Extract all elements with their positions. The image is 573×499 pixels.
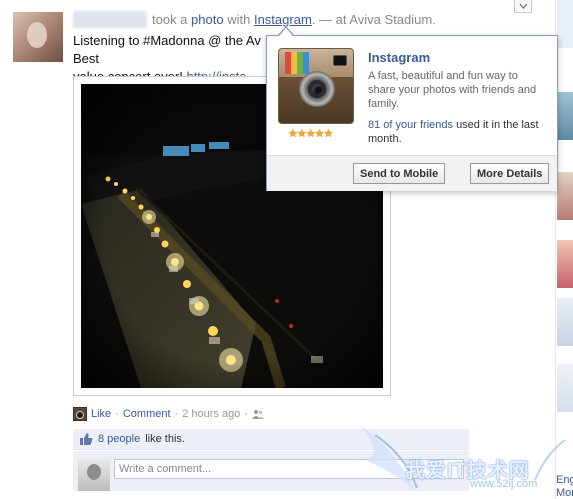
story-timestamp[interactable]: 2 hours ago xyxy=(182,408,240,420)
chevron-down-icon xyxy=(519,3,527,9)
app-description: A fast, beautiful and fun way to share y… xyxy=(368,70,537,110)
rail-thumbnail[interactable] xyxy=(557,364,573,412)
thumbs-up-icon xyxy=(80,433,93,445)
send-to-mobile-button[interactable]: Send to Mobile xyxy=(353,163,446,184)
friends-using-link[interactable]: 81 of your friends xyxy=(368,119,453,131)
story-location-text: . — at Aviva Stadium. xyxy=(311,12,436,27)
action-separator: · xyxy=(115,408,119,420)
story-options-button[interactable] xyxy=(514,0,532,13)
rail-thumbnail[interactable] xyxy=(557,298,573,346)
friends-audience-icon[interactable] xyxy=(252,409,264,419)
story-header: took a photo with Instagram. — at Aviva … xyxy=(152,12,436,27)
rail-thumbnail[interactable] xyxy=(557,0,573,48)
rail-more-link[interactable]: Mor xyxy=(556,487,573,499)
comment-link[interactable]: Comment xyxy=(123,408,171,420)
hover-card-pointer-fill xyxy=(279,28,293,36)
app-friends-usage: 81 of your friends used it in the last m… xyxy=(368,118,548,146)
rail-thumbnail[interactable] xyxy=(557,172,573,220)
story-with-text: with xyxy=(227,12,251,27)
app-title-link[interactable]: Instagram xyxy=(368,50,430,65)
message-line1-start: Listening to #Madonna @ the Av xyxy=(73,33,261,48)
rail-language-link[interactable]: Eng xyxy=(556,474,573,486)
story-author-name-redacted[interactable] xyxy=(73,11,147,28)
story-took-text: took a xyxy=(152,12,188,27)
current-user-avatar xyxy=(78,459,110,491)
more-details-button[interactable]: More Details xyxy=(470,163,550,184)
rail-thumbnail[interactable] xyxy=(557,92,573,140)
story-actions-row: Like · Comment · 2 hours ago · xyxy=(73,406,264,422)
app-hover-card: ★★★★★ Instagram A fast, beautiful and fu… xyxy=(266,35,558,191)
story-author-avatar[interactable] xyxy=(13,12,63,62)
instagram-app-icon[interactable] xyxy=(73,407,87,421)
action-separator: · xyxy=(244,408,248,420)
likes-summary: 8 people like this. xyxy=(73,429,469,450)
likes-count-link[interactable]: 8 people xyxy=(98,433,140,445)
app-rating-stars: ★★★★★ xyxy=(288,128,333,140)
action-separator: · xyxy=(174,408,179,420)
hover-card-footer: Send to Mobile More Details xyxy=(267,155,557,191)
like-link[interactable]: Like xyxy=(91,408,111,420)
instagram-logo-icon[interactable] xyxy=(278,48,354,124)
watermark-url: www.52ij.com xyxy=(470,478,538,490)
story-app-link[interactable]: Instagram xyxy=(254,12,312,27)
likes-suffix: like this. xyxy=(145,433,185,445)
rail-thumbnail[interactable] xyxy=(557,240,573,288)
story-photo-link[interactable]: photo xyxy=(191,12,224,27)
